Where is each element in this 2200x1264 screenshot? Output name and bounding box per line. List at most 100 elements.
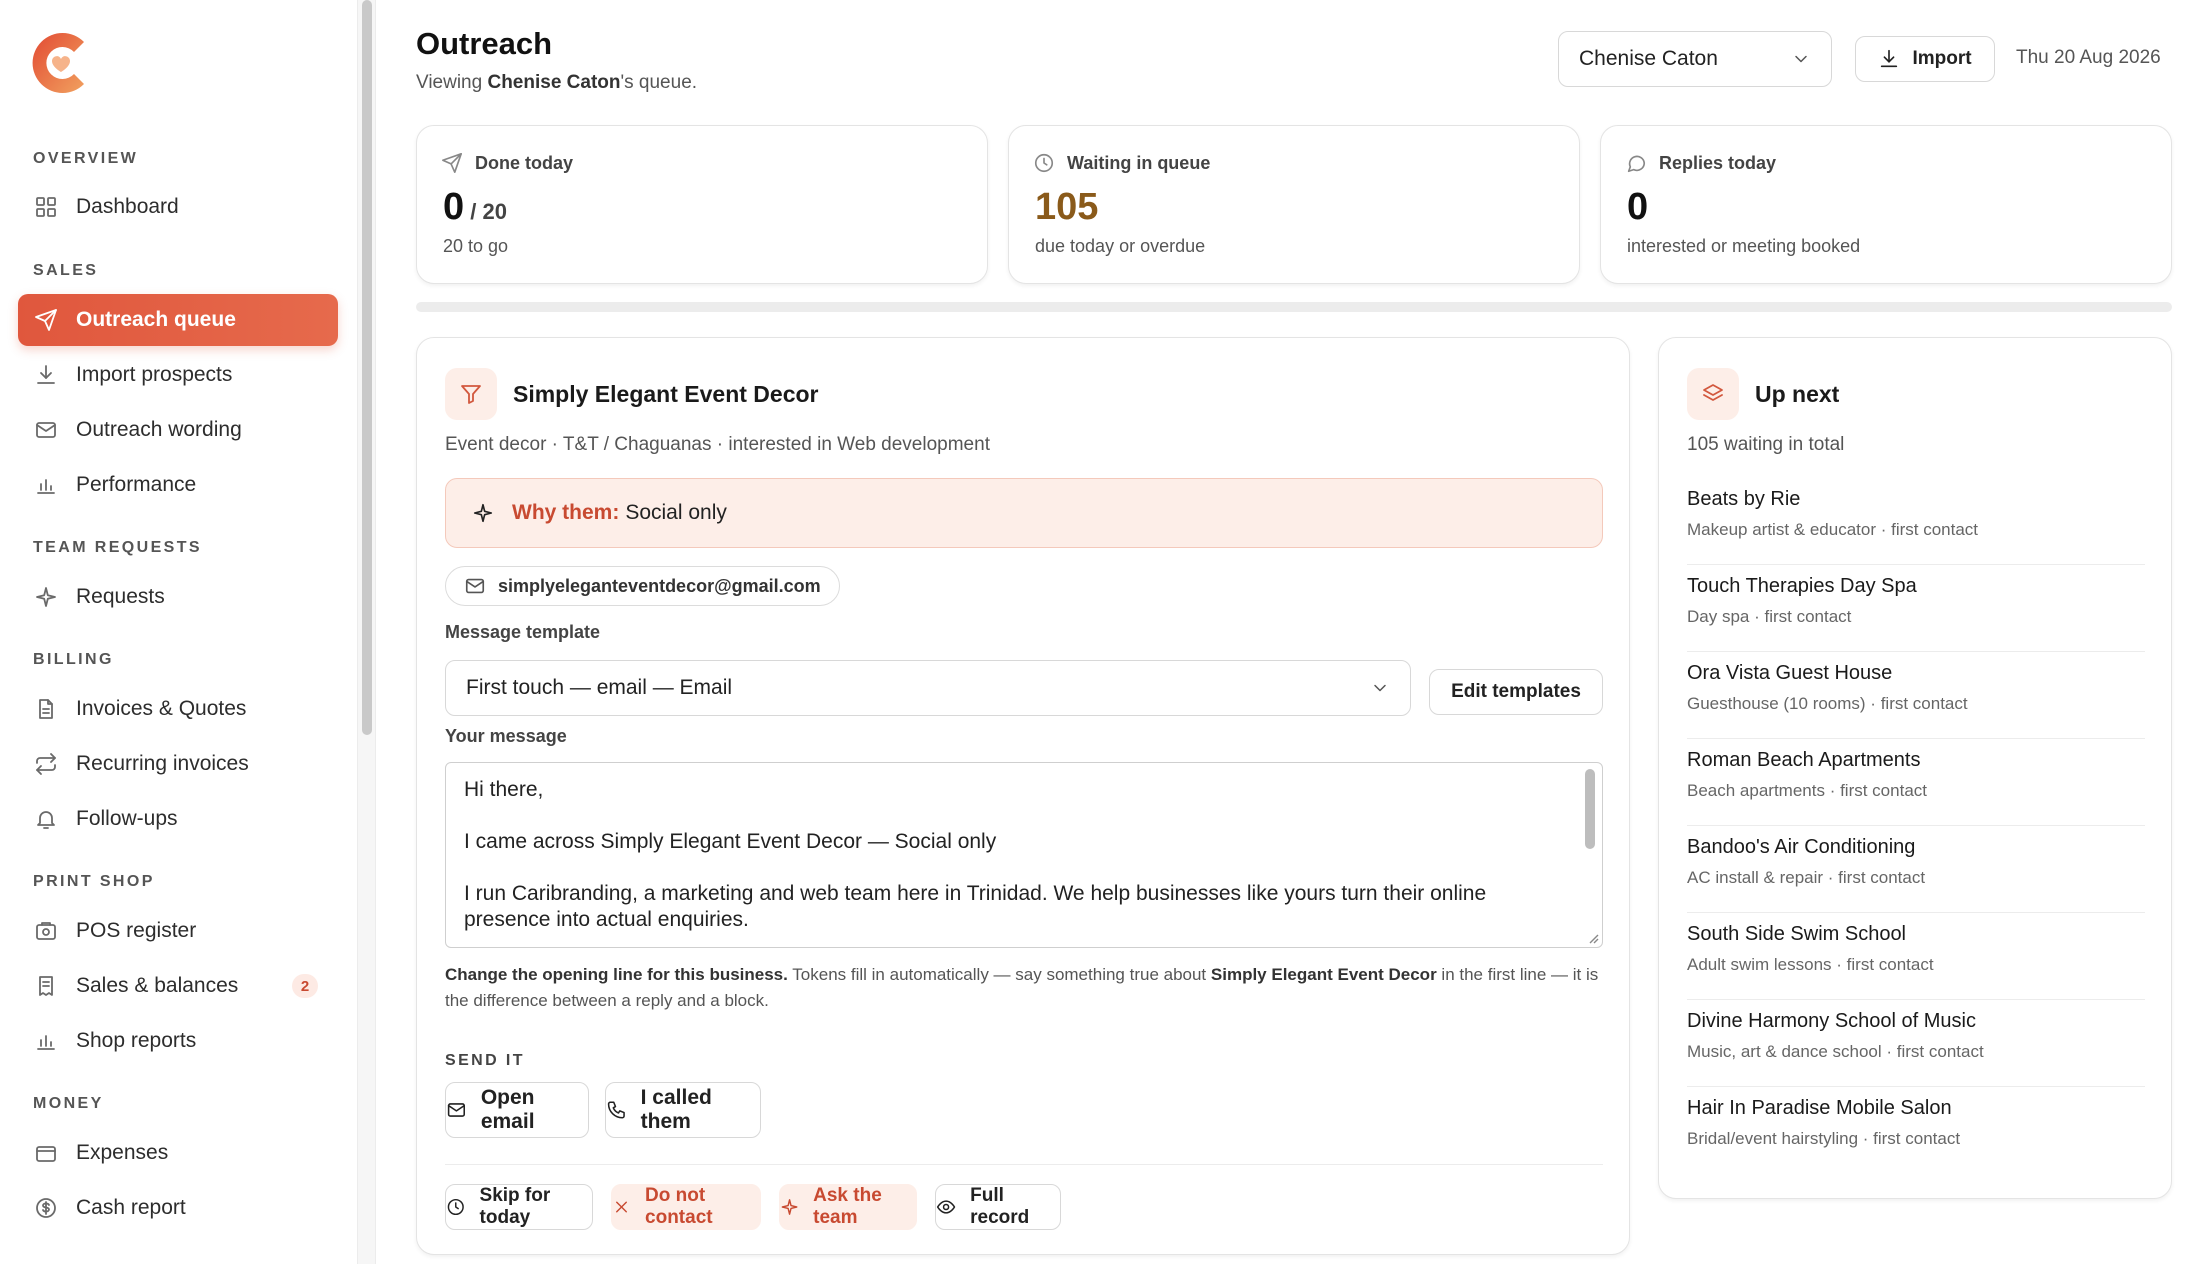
repeat-icon bbox=[36, 753, 56, 775]
do-not-contact-button[interactable]: Do not contact bbox=[611, 1184, 761, 1230]
stat-label: Replies today bbox=[1625, 152, 1776, 174]
nav-item-shop-reports[interactable]: Shop reports bbox=[18, 1015, 338, 1067]
nav-item-pos-register[interactable]: POS register bbox=[18, 905, 338, 957]
bar-chart-icon bbox=[37, 479, 55, 494]
count-badge: 2 bbox=[292, 974, 318, 998]
list-item-name: Bandoo's Air Conditioning bbox=[1687, 836, 1916, 858]
list-item-sub: AC install & repair · first contact bbox=[1687, 868, 1926, 887]
prospect-meta: Event decor · T&T / Chaguanas · interest… bbox=[445, 434, 990, 455]
nav-item-expenses[interactable]: Expenses bbox=[18, 1127, 338, 1179]
viewing-user-name: Chenise Caton bbox=[487, 72, 621, 93]
nav-item-label: Expenses bbox=[76, 1141, 169, 1164]
list-item-name: Ora Vista Guest House bbox=[1687, 662, 1893, 684]
message-textarea[interactable]: Hi there, I came across Simply Elegant E… bbox=[445, 762, 1603, 948]
list-item[interactable]: Touch Therapies Day Spa Day spa · first … bbox=[1687, 565, 2145, 652]
stat-note: due today or overdue bbox=[1035, 236, 1206, 256]
receipt-icon bbox=[39, 976, 53, 996]
nav-section-sales: SALES bbox=[33, 262, 99, 279]
nav-section-billing: BILLING bbox=[33, 651, 114, 668]
message-scrollbar[interactable] bbox=[1582, 767, 1598, 941]
nav-item-outreach-queue[interactable]: Outreach queue bbox=[18, 294, 338, 346]
message-label: Your message bbox=[445, 726, 567, 746]
full-record-button[interactable]: Full record bbox=[935, 1184, 1061, 1230]
list-item-sub: Bridal/event hairstyling · first contact bbox=[1687, 1129, 1961, 1148]
list-item[interactable]: Ora Vista Guest House Guesthouse (10 roo… bbox=[1687, 652, 2145, 739]
nav-item-requests[interactable]: Requests bbox=[18, 571, 338, 623]
nav-item-invoices-quotes[interactable]: Invoices & Quotes bbox=[18, 683, 338, 735]
grid-icon bbox=[36, 197, 56, 217]
import-button[interactable]: Import bbox=[1855, 36, 1995, 82]
brand-logo-icon[interactable] bbox=[28, 28, 94, 98]
nav-item-outreach-wording[interactable]: Outreach wording bbox=[18, 404, 338, 456]
list-item-name: Divine Harmony School of Music bbox=[1687, 1010, 1976, 1032]
nav-item-label: Outreach queue bbox=[76, 308, 236, 331]
nav-section-overview: OVERVIEW bbox=[33, 150, 139, 167]
mail-icon bbox=[36, 422, 56, 438]
funnel-icon bbox=[461, 385, 481, 404]
nav-item-performance[interactable]: Performance bbox=[18, 459, 338, 511]
clock-icon bbox=[1034, 153, 1054, 173]
list-item-sub: Beach apartments · first contact bbox=[1687, 781, 1927, 800]
send-it-label: SEND IT bbox=[445, 1052, 525, 1069]
list-item-name: South Side Swim School bbox=[1687, 923, 1907, 945]
sparkle-icon bbox=[473, 503, 493, 523]
sparkle-icon bbox=[36, 587, 56, 607]
list-item[interactable]: South Side Swim School Adult swim lesson… bbox=[1687, 913, 2145, 1000]
ask-the-team-button[interactable]: Ask the team bbox=[779, 1184, 917, 1230]
sparkle-icon bbox=[781, 1199, 798, 1215]
list-item-sub: Makeup artist & educator · first contact bbox=[1687, 520, 1979, 539]
chevron-down-icon bbox=[1374, 684, 1386, 692]
bell-icon bbox=[37, 811, 55, 829]
nav-item-label: Performance bbox=[76, 473, 197, 496]
resize-grip-icon[interactable] bbox=[1585, 930, 1599, 944]
nav-item-label: Sales & balances bbox=[76, 974, 239, 997]
nav-section-money: MONEY bbox=[33, 1095, 104, 1112]
message-line: I came across Simply Elegant Event Decor… bbox=[464, 830, 997, 853]
nav-item-label: Shop reports bbox=[76, 1029, 197, 1052]
page-title: Outreach bbox=[416, 26, 553, 61]
up-next-subtitle: 105 waiting in total bbox=[1687, 434, 1845, 455]
list-item-sub: Day spa · first contact bbox=[1687, 607, 1852, 626]
i-called-them-button[interactable]: I called them bbox=[605, 1082, 761, 1138]
template-label: Message template bbox=[445, 622, 601, 642]
skip-for-today-button[interactable]: Skip for today bbox=[445, 1184, 593, 1230]
nav-item-import-prospects[interactable]: Import prospects bbox=[18, 349, 338, 401]
template-select[interactable]: First touch — email — Email bbox=[445, 660, 1411, 716]
nav-section-print-shop: PRINT SHOP bbox=[33, 873, 155, 890]
list-item-name: Roman Beach Apartments bbox=[1687, 749, 1921, 771]
list-item[interactable]: Hair In Paradise Mobile Salon Bridal/eve… bbox=[1687, 1087, 2145, 1174]
list-item[interactable]: Divine Harmony School of Music Music, ar… bbox=[1687, 1000, 2145, 1087]
nav-item-sales-balances[interactable]: Sales & balances 2 bbox=[18, 960, 338, 1012]
list-item[interactable]: Roman Beach Apartments Beach apartments … bbox=[1687, 739, 2145, 826]
nav-item-dashboard[interactable]: Dashboard bbox=[18, 181, 338, 233]
edit-templates-button[interactable]: Edit templates bbox=[1429, 669, 1603, 715]
list-item[interactable]: Beats by Rie Makeup artist & educator · … bbox=[1687, 478, 2145, 565]
daily-progress-bar bbox=[416, 302, 2172, 312]
phone-icon bbox=[607, 1101, 625, 1119]
nav-item-label: POS register bbox=[76, 919, 197, 942]
list-item[interactable]: Bandoo's Air Conditioning AC install & r… bbox=[1687, 826, 2145, 913]
message-line: Hi there, bbox=[464, 778, 544, 801]
layers-icon bbox=[1703, 384, 1723, 401]
sidebar-scroll-thumb[interactable] bbox=[362, 0, 372, 735]
message-hint: Change the opening line for this busines… bbox=[445, 965, 1599, 1010]
up-next-title: Up next bbox=[1755, 381, 1840, 407]
download-icon bbox=[1881, 49, 1898, 68]
stat-card-done-today: Done today 0 / 20 20 to go bbox=[416, 125, 988, 284]
mail-icon bbox=[465, 578, 485, 594]
user-select[interactable]: Chenise Caton bbox=[1558, 31, 1832, 87]
send-icon bbox=[35, 309, 57, 331]
nav-item-label: Import prospects bbox=[76, 363, 233, 386]
mail-icon bbox=[447, 1103, 466, 1117]
nav-item-cash-report[interactable]: Cash report bbox=[18, 1182, 338, 1234]
prospect-email-chip[interactable]: simplyeleganteventdecor@gmail.com bbox=[445, 566, 840, 606]
nav-item-label: Cash report bbox=[76, 1196, 186, 1219]
nav-item-recurring-invoices[interactable]: Recurring invoices bbox=[18, 738, 338, 790]
nav-item-follow-ups[interactable]: Follow-ups bbox=[18, 793, 338, 845]
stat-label: Done today bbox=[441, 152, 573, 174]
stat-card-waiting-in-queue: Waiting in queue 105 due today or overdu… bbox=[1008, 125, 1580, 284]
list-item-name: Hair In Paradise Mobile Salon bbox=[1687, 1097, 1952, 1119]
open-email-button[interactable]: Open email bbox=[445, 1082, 589, 1138]
layers-icon-wrap bbox=[1687, 368, 1739, 420]
list-item-sub: Music, art & dance school · first contac… bbox=[1687, 1042, 1984, 1061]
